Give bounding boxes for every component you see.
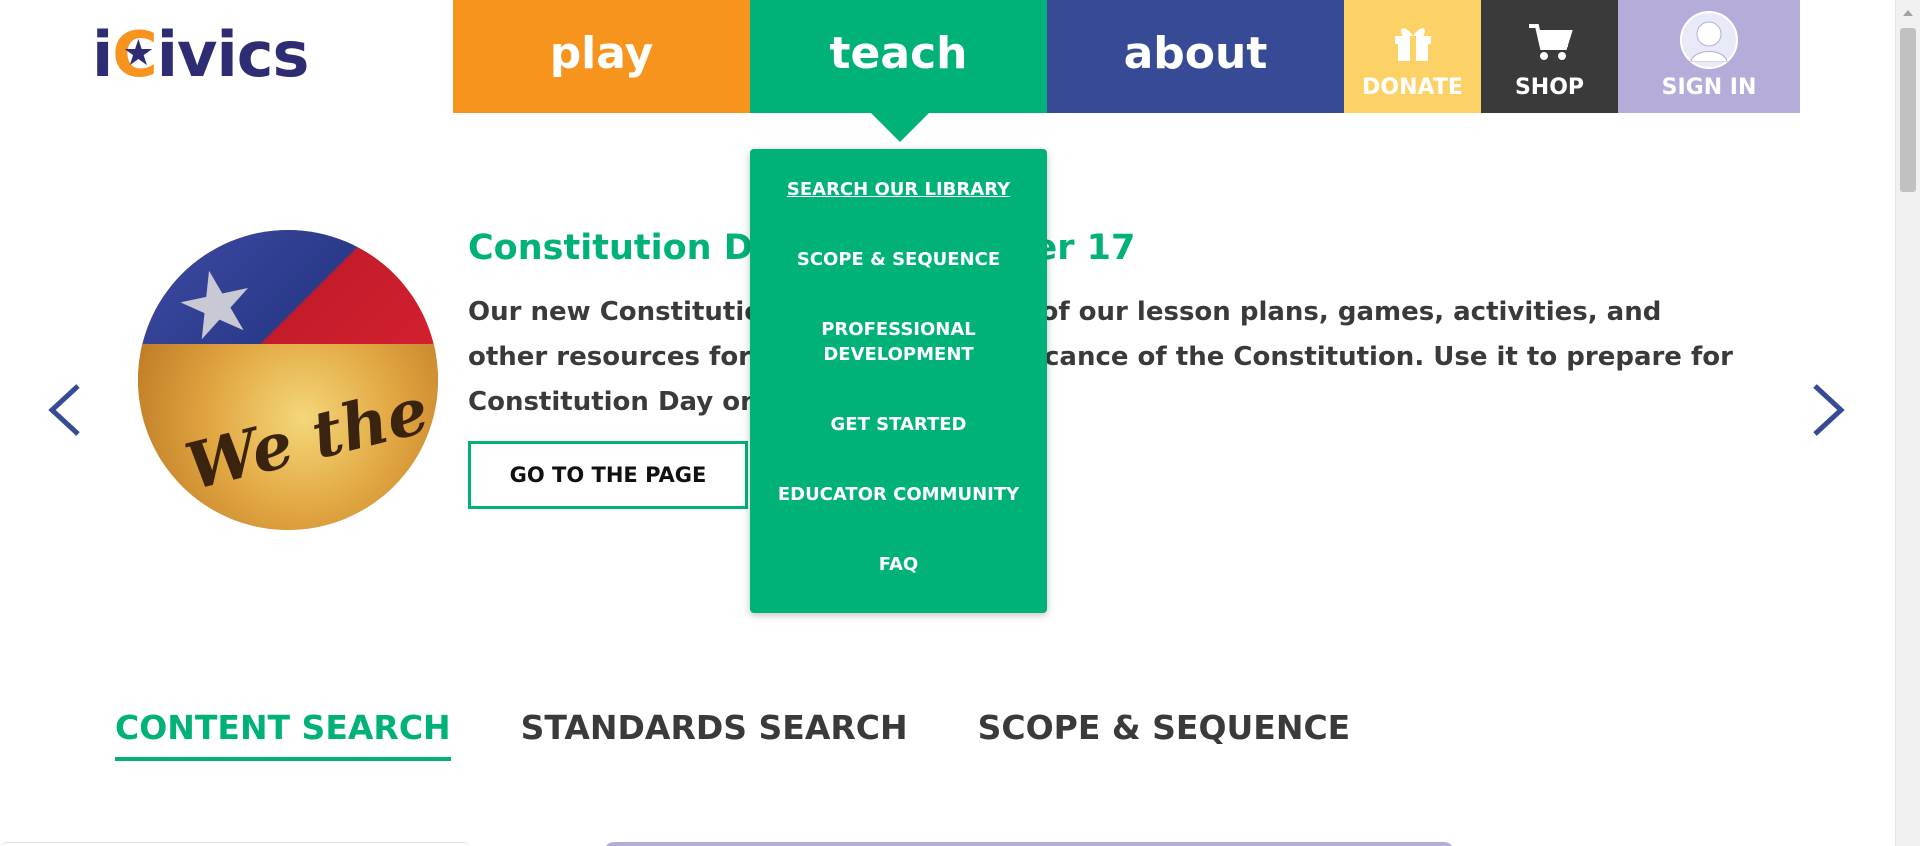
go-to-page-button[interactable]: GO TO THE PAGE [468, 441, 748, 509]
shop-label: SHOP [1514, 74, 1585, 100]
gift-icon [1391, 22, 1435, 69]
tab-standards-search[interactable]: STANDARDS SEARCH [521, 708, 908, 761]
menu-item-professional-development[interactable]: PROFESSIONAL DEVELOPMENT [774, 317, 1023, 367]
menu-item-faq[interactable]: FAQ [774, 552, 1023, 577]
search-panel-edge [604, 842, 1454, 846]
carousel-next-button[interactable] [1805, 382, 1849, 438]
logo-wordmark: i C ★ ivics [92, 18, 309, 91]
tab-content-search[interactable]: CONTENT SEARCH [115, 708, 451, 761]
carousel-prev-button[interactable] [44, 382, 88, 438]
teach-dropdown-menu: SEARCH OUR LIBRARY SCOPE & SEQUENCE PROF… [750, 149, 1047, 613]
nav-donate[interactable]: DONATE [1344, 0, 1481, 113]
scrollbar-thumb[interactable] [1900, 28, 1916, 192]
chevron-left-icon [48, 384, 80, 436]
nav-shop[interactable]: SHOP [1481, 0, 1618, 113]
star-icon: ★ [122, 33, 154, 74]
hero-image: ★ We the People [138, 230, 438, 530]
user-avatar-icon [1680, 11, 1738, 69]
donate-label: DONATE [1362, 74, 1463, 100]
menu-item-educator-community[interactable]: EDUCATOR COMMUNITY [774, 482, 1023, 507]
menu-item-scope-sequence[interactable]: SCOPE & SEQUENCE [774, 247, 1023, 272]
content-panel-edge [0, 842, 470, 846]
scroll-up-arrow-icon[interactable] [1903, 10, 1913, 16]
menu-item-get-started[interactable]: GET STARTED [774, 412, 1023, 437]
icivics-logo[interactable]: i C ★ ivics [92, 18, 309, 91]
main-nav: play teach about DONATE SHOP SIGN IN [453, 0, 1800, 113]
teach-menu-caret [870, 112, 930, 142]
search-tabs: CONTENT SEARCH STANDARDS SEARCH SCOPE & … [115, 708, 1350, 761]
page-scrollbar[interactable] [1895, 0, 1920, 846]
cart-icon [1527, 22, 1573, 69]
nav-play[interactable]: play [453, 0, 750, 113]
chevron-right-icon [1813, 384, 1845, 436]
sign-in-label: SIGN IN [1661, 75, 1757, 100]
nav-sign-in[interactable]: SIGN IN [1618, 0, 1800, 113]
tab-scope-sequence[interactable]: SCOPE & SEQUENCE [978, 708, 1351, 761]
nav-teach[interactable]: teach [750, 0, 1047, 113]
hero-description: Our new Constitution Day page has all of… [468, 297, 1733, 417]
nav-about[interactable]: about [1047, 0, 1344, 113]
menu-item-search-library[interactable]: SEARCH OUR LIBRARY [774, 177, 1023, 202]
